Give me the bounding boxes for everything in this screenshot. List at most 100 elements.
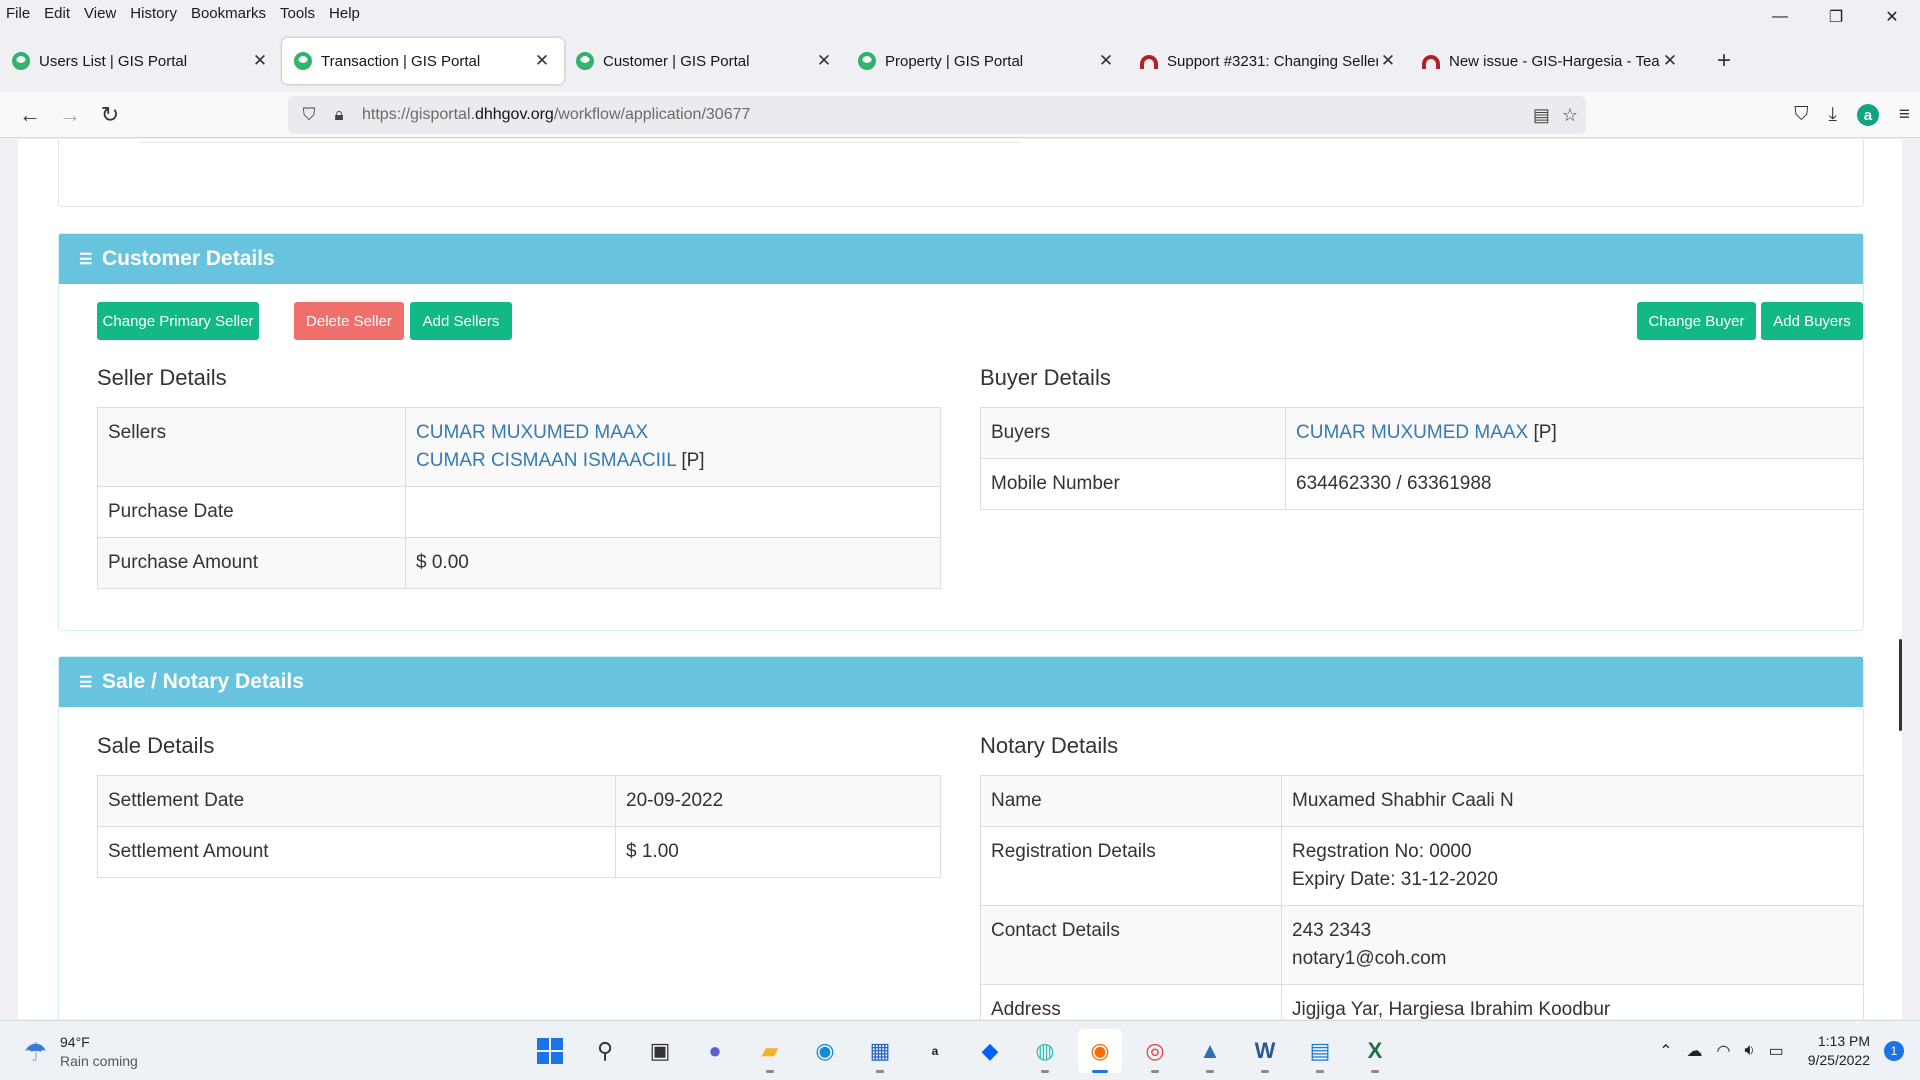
firefox-icon[interactable]: ◉ — [1078, 1029, 1122, 1073]
pocket-icon[interactable]: ⛉ — [1794, 104, 1808, 126]
add-buyers-button[interactable]: Add Buyers — [1761, 302, 1863, 340]
tab-property[interactable]: Property | GIS Portal ✕ — [846, 38, 1128, 84]
menu-view[interactable]: View — [77, 5, 123, 22]
change-primary-seller-button[interactable]: Change Primary Seller — [97, 302, 259, 340]
tab-transaction[interactable]: Transaction | GIS Portal ✕ — [282, 38, 564, 84]
forward-arrow-icon[interactable]: → — [50, 97, 90, 133]
chevron-up-icon[interactable]: ⌃ — [1659, 1041, 1672, 1061]
excel-icon[interactable]: X — [1353, 1029, 1397, 1073]
registration-number: Regstration No: 0000 — [1292, 841, 1472, 862]
downloads-icon[interactable]: ⤓ — [1829, 104, 1837, 126]
close-tab-icon[interactable]: ✕ — [1378, 51, 1398, 71]
redmine-logo-icon — [1422, 55, 1440, 69]
seller-link[interactable]: CUMAR CISMAAN ISMAACIIL — [416, 450, 676, 471]
notary-name-label: Name — [980, 775, 1282, 827]
tracking-shield-icon[interactable]: ⛉ — [294, 105, 324, 125]
list-icon: ☰ — [79, 250, 93, 268]
primary-tag: [P] — [681, 450, 705, 471]
close-tab-icon[interactable]: ✕ — [250, 51, 270, 71]
registration-details-value: Regstration No: 0000 Expiry Date: 31-12-… — [1281, 826, 1864, 906]
navigation-bar: ← → ↻ ⛉ 🔒︎ https://gisportal. dhhgov.org /… — [0, 92, 1920, 138]
seller-link[interactable]: CUMAR MUXUMED MAAX — [416, 422, 648, 443]
tab-customer[interactable]: Customer | GIS Portal ✕ — [564, 38, 846, 84]
back-arrow-icon[interactable]: ← — [10, 97, 50, 133]
teams-chat-icon[interactable]: ● — [693, 1029, 737, 1073]
add-sellers-button[interactable]: Add Sellers — [410, 302, 512, 340]
notepad-icon[interactable]: ▤ — [1298, 1029, 1342, 1073]
registration-details-label: Registration Details — [980, 826, 1282, 906]
battery-icon[interactable]: ▭ — [1769, 1041, 1784, 1061]
menu-file[interactable]: File — [0, 5, 37, 22]
menu-bookmarks[interactable]: Bookmarks — [184, 5, 273, 22]
settlement-date-label: Settlement Date — [97, 775, 616, 827]
windows-start-icon[interactable] — [528, 1029, 572, 1073]
dropbox-icon[interactable]: ◆ — [968, 1029, 1012, 1073]
notification-badge[interactable]: 1 — [1884, 1041, 1904, 1061]
weather-widget[interactable]: ☂ 94°F Rain coming — [24, 1033, 138, 1071]
bookmark-star-icon[interactable]: ☆ — [1562, 105, 1578, 126]
table-row: Buyers CUMAR MUXUMED MAAX [P] — [980, 407, 1864, 459]
gis-logo-icon — [12, 52, 30, 70]
close-tab-icon[interactable]: ✕ — [532, 51, 552, 71]
hamburger-menu-icon[interactable]: ≡ — [1899, 104, 1910, 126]
close-tab-icon[interactable]: ✕ — [814, 51, 834, 71]
clock-date: 9/25/2022 — [1807, 1052, 1870, 1068]
speaker-icon[interactable]: 🔉︎ — [1744, 1042, 1754, 1060]
word-icon[interactable]: W — [1243, 1029, 1287, 1073]
amazon-icon[interactable]: a — [913, 1029, 957, 1073]
close-window-button[interactable]: ✕ — [1864, 0, 1920, 34]
search-icon[interactable]: ⚲ — [583, 1029, 627, 1073]
notary-name-value: Muxamed Shabhir Caali N — [1281, 775, 1864, 827]
mobile-number-value: 634462330 / 63361988 — [1285, 458, 1864, 510]
url-prefix: https://gisportal. — [362, 106, 475, 123]
address-value: Jigjiga Yar, Hargiesa Ibrahim Koodbur — [1281, 984, 1864, 1019]
lock-icon[interactable]: 🔒︎ — [324, 105, 354, 125]
menu-bar: File Edit View History Bookmarks Tools H… — [0, 0, 1920, 26]
change-buyer-button[interactable]: Change Buyer — [1637, 302, 1756, 340]
photos-icon[interactable]: ▲ — [1188, 1029, 1232, 1073]
task-view-icon[interactable]: ▣ — [638, 1029, 682, 1073]
page-scrollbar[interactable] — [1899, 639, 1902, 731]
tab-support[interactable]: Support #3231: Changing Seller ✕ — [1128, 38, 1410, 84]
file-explorer-icon[interactable]: ▰ — [748, 1029, 792, 1073]
minimize-button[interactable]: — — [1752, 0, 1808, 34]
onedrive-cloud-icon[interactable]: ☁ — [1687, 1041, 1703, 1061]
delete-seller-button[interactable]: Delete Seller — [294, 302, 404, 340]
settlement-amount-label: Settlement Amount — [97, 826, 616, 878]
table-row: Purchase Amount $ 0.00 — [97, 537, 941, 589]
tab-users-list[interactable]: Users List | GIS Portal ✕ — [0, 38, 282, 84]
close-tab-icon[interactable]: ✕ — [1096, 51, 1116, 71]
url-host: dhhgov.org — [474, 106, 554, 123]
tab-new-issue[interactable]: New issue - GIS-Hargesia - Team ✕ — [1410, 38, 1692, 84]
messenger-icon[interactable]: ◍ — [1023, 1029, 1067, 1073]
restore-button[interactable]: ❐ — [1808, 0, 1864, 34]
wifi-icon[interactable]: ◠ — [1717, 1041, 1731, 1061]
new-tab-plus-icon[interactable]: + — [1704, 38, 1744, 84]
store-icon[interactable]: ▦ — [858, 1029, 902, 1073]
weather-temperature: 94°F — [60, 1034, 90, 1050]
menu-history[interactable]: History — [123, 5, 184, 22]
buyer-details-title: Buyer Details — [980, 365, 1111, 390]
tab-title: Support #3231: Changing Seller — [1167, 52, 1378, 70]
sale-details-title: Sale Details — [97, 733, 215, 758]
url-bar[interactable]: ⛉ 🔒︎ https://gisportal. dhhgov.org/workfl… — [288, 96, 1586, 134]
purchase-amount-value: $ 0.00 — [405, 537, 941, 589]
chrome-icon[interactable]: ◎ — [1133, 1029, 1177, 1073]
table-row: Purchase Date — [97, 486, 941, 538]
gis-logo-icon — [294, 52, 312, 70]
clock[interactable]: 1:13 PM 9/25/2022 — [1808, 1032, 1870, 1070]
menu-help[interactable]: Help — [322, 5, 367, 22]
reload-icon[interactable]: ↻ — [90, 97, 130, 133]
reader-view-icon[interactable]: ▤ — [1533, 105, 1550, 126]
customer-details-panel: ☰ Customer Details Change Primary Seller… — [58, 233, 1864, 631]
account-avatar-icon[interactable]: a — [1856, 104, 1879, 126]
url-path: /workflow/application/30677 — [553, 106, 751, 123]
edge-icon[interactable]: ◉ — [803, 1029, 847, 1073]
menu-edit[interactable]: Edit — [37, 5, 77, 22]
menu-tools[interactable]: Tools — [273, 5, 322, 22]
expiry-date: Expiry Date: 31-12-2020 — [1292, 869, 1498, 890]
buyer-link[interactable]: CUMAR MUXUMED MAAX — [1296, 422, 1528, 443]
close-tab-icon[interactable]: ✕ — [1660, 51, 1680, 71]
address-label: Address — [980, 984, 1282, 1019]
purchase-date-label: Purchase Date — [97, 486, 406, 538]
